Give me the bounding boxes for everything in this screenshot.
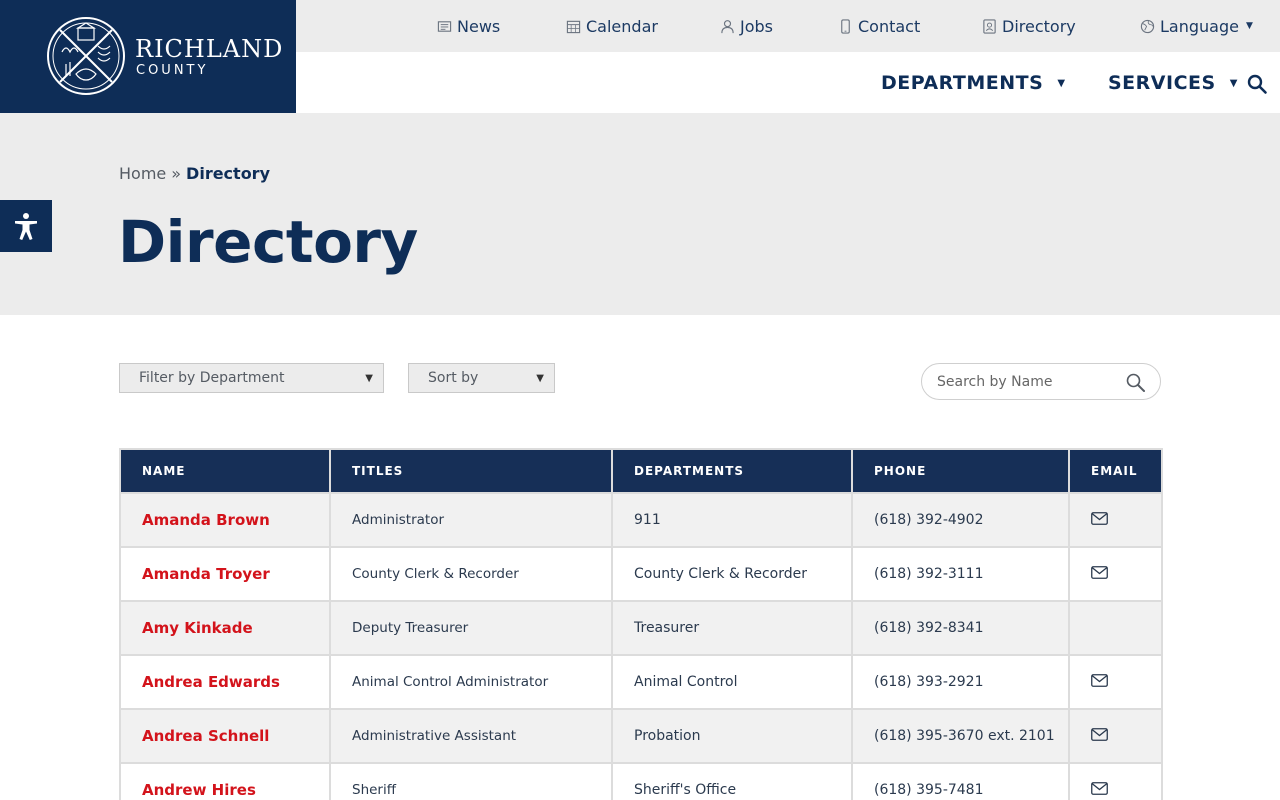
- chevron-down-icon: ▼: [1229, 77, 1238, 89]
- table-row: Amanda Troyer County Clerk & Recorder Co…: [119, 546, 1163, 602]
- chevron-down-icon: ▼: [365, 372, 373, 384]
- nav-contact-label: Contact: [858, 16, 921, 36]
- person-title: Deputy Treasurer: [329, 600, 613, 656]
- table-row: Andrew Hires Sheriff Sheriff's Office (6…: [119, 762, 1163, 800]
- search-icon[interactable]: [1246, 73, 1268, 95]
- accessibility-icon: [15, 213, 37, 240]
- globe-icon: [1140, 19, 1155, 33]
- email-cell: [1068, 546, 1163, 602]
- person-title: Administrative Assistant: [329, 708, 613, 764]
- person-name-link[interactable]: Andrew Hires: [119, 762, 331, 800]
- nav-news-label: News: [457, 16, 501, 36]
- department-filter-select[interactable]: Filter by Department ▼: [119, 363, 384, 393]
- logo[interactable]: RICHLAND COUNTY: [0, 0, 296, 113]
- chevron-down-icon: ▼: [536, 372, 544, 384]
- directory-table: NAME TITLES DEPARTMENTS PHONE EMAIL Aman…: [119, 448, 1163, 800]
- newspaper-icon: [437, 20, 452, 32]
- envelope-icon[interactable]: [1091, 511, 1108, 525]
- nav-calendar-label: Calendar: [586, 16, 658, 36]
- calendar-icon: [566, 20, 581, 33]
- breadcrumb-separator: »: [171, 163, 182, 183]
- column-header-titles: TITLES: [329, 448, 613, 494]
- person-name-link[interactable]: Andrea Edwards: [119, 654, 331, 710]
- search-icon[interactable]: [1125, 372, 1146, 393]
- person-phone: (618) 392-4902: [851, 492, 1070, 548]
- brand-name: RICHLAND: [135, 35, 284, 63]
- nav-jobs[interactable]: Jobs: [720, 14, 773, 38]
- chevron-down-icon: ▼: [1057, 77, 1066, 89]
- table-header-row: NAME TITLES DEPARTMENTS PHONE EMAIL: [119, 448, 1163, 494]
- person-phone: (618) 392-8341: [851, 600, 1070, 656]
- brand-subname: COUNTY: [136, 63, 209, 78]
- column-header-name: NAME: [119, 448, 331, 494]
- accessibility-button[interactable]: [0, 200, 52, 252]
- person-title: Sheriff: [329, 762, 613, 800]
- email-cell: [1068, 762, 1163, 800]
- person-title: Administrator: [329, 492, 613, 548]
- nav-directory-label: Directory: [1002, 16, 1076, 36]
- name-search-input[interactable]: [937, 373, 1117, 390]
- sort-value: Sort by: [428, 370, 479, 386]
- person-name-link[interactable]: Andrea Schnell: [119, 708, 331, 764]
- person-department: 911: [611, 492, 853, 548]
- email-cell: [1068, 600, 1163, 656]
- nav-language-label: Language: [1160, 16, 1239, 36]
- envelope-icon[interactable]: [1091, 781, 1108, 795]
- person-department: Treasurer: [611, 600, 853, 656]
- person-name-link[interactable]: Amy Kinkade: [119, 600, 331, 656]
- breadcrumb: Home » Directory: [119, 162, 270, 184]
- breadcrumb-current: Directory: [186, 163, 270, 183]
- page-title: Directory: [118, 208, 418, 276]
- nav-language[interactable]: Language ▼: [1140, 14, 1253, 38]
- person-title: Animal Control Administrator: [329, 654, 613, 710]
- breadcrumb-home[interactable]: Home: [119, 164, 166, 183]
- table-row: Amanda Brown Administrator 911 (618) 392…: [119, 492, 1163, 548]
- nav-news[interactable]: News: [437, 14, 500, 38]
- envelope-icon[interactable]: [1091, 673, 1108, 687]
- person-phone: (618) 393-2921: [851, 654, 1070, 710]
- person-phone: (618) 395-3670 ext. 2101: [851, 708, 1070, 764]
- chevron-down-icon: ▼: [1245, 21, 1253, 31]
- name-search: [921, 363, 1161, 400]
- nav-services[interactable]: SERVICES ▼: [1108, 70, 1238, 96]
- nav-departments[interactable]: DEPARTMENTS ▼: [881, 70, 1066, 96]
- contact-card-icon: [983, 18, 996, 34]
- envelope-icon[interactable]: [1091, 727, 1108, 741]
- column-header-departments: DEPARTMENTS: [611, 448, 853, 494]
- department-filter-value: Filter by Department: [139, 370, 285, 386]
- person-phone: (618) 392-3111: [851, 546, 1070, 602]
- email-cell: [1068, 492, 1163, 548]
- person-icon: [721, 19, 734, 33]
- table-row: Amy Kinkade Deputy Treasurer Treasurer (…: [119, 600, 1163, 656]
- table-row: Andrea Edwards Animal Control Administra…: [119, 654, 1163, 710]
- nav-services-label: SERVICES: [1108, 72, 1216, 94]
- person-department: County Clerk & Recorder: [611, 546, 853, 602]
- nav-departments-label: DEPARTMENTS: [881, 72, 1044, 94]
- sort-select[interactable]: Sort by ▼: [408, 363, 555, 393]
- email-cell: [1068, 654, 1163, 710]
- person-name-link[interactable]: Amanda Brown: [119, 492, 331, 548]
- person-department: Probation: [611, 708, 853, 764]
- person-name-link[interactable]: Amanda Troyer: [119, 546, 331, 602]
- person-phone: (618) 395-7481: [851, 762, 1070, 800]
- email-cell: [1068, 708, 1163, 764]
- person-department: Sheriff's Office: [611, 762, 853, 800]
- nav-contact[interactable]: Contact: [838, 14, 920, 38]
- person-department: Animal Control: [611, 654, 853, 710]
- table-row: Andrea Schnell Administrative Assistant …: [119, 708, 1163, 764]
- person-title: County Clerk & Recorder: [329, 546, 613, 602]
- phone-icon: [841, 18, 850, 34]
- envelope-icon[interactable]: [1091, 565, 1108, 579]
- nav-directory[interactable]: Directory: [982, 14, 1076, 38]
- nav-calendar[interactable]: Calendar: [566, 14, 658, 38]
- nav-jobs-label: Jobs: [740, 16, 773, 36]
- column-header-email: EMAIL: [1068, 448, 1163, 494]
- page: RICHLAND COUNTY News Calendar Jobs Conta…: [0, 0, 1280, 800]
- column-header-phone: PHONE: [851, 448, 1070, 494]
- county-seal-icon: [47, 17, 125, 95]
